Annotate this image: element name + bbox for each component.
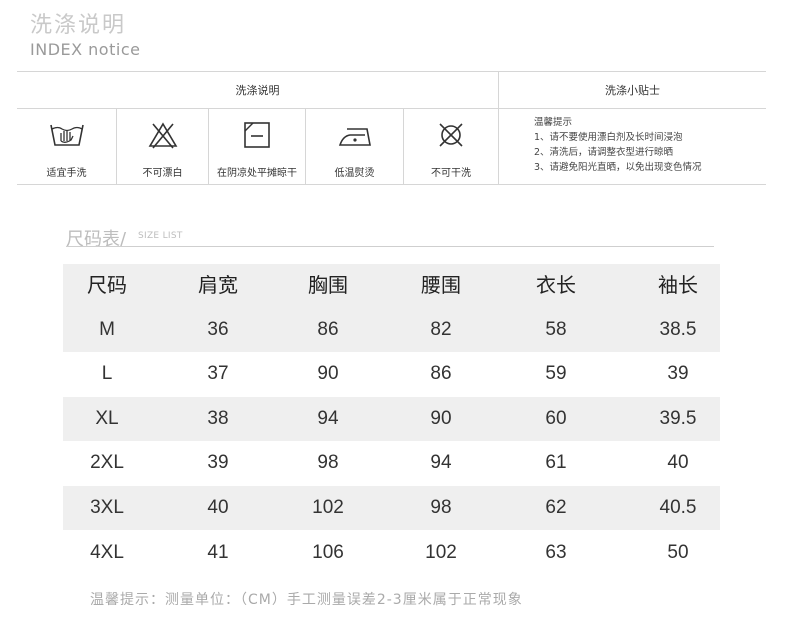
care-item-low-iron: 低温熨烫: [306, 109, 403, 184]
table-cell: 61: [545, 452, 567, 473]
table-cell: 4XL: [90, 542, 124, 563]
column-header: 尺码: [87, 275, 127, 297]
table-cell: L: [101, 363, 113, 384]
low-iron-icon: [337, 121, 373, 153]
table-cell: 37: [207, 363, 229, 384]
table-cell: 3XL: [90, 497, 124, 518]
tips-line: 2、清洗后，请调整衣型进行晾晒: [534, 147, 674, 158]
measurement-note: 温馨提示：测量单位：（CM）手工测量误差2-3厘米属于正常现象: [90, 592, 523, 608]
table-row: 2XL 39 98 94 61 40: [63, 441, 720, 485]
care-table-bottom-border: [17, 184, 766, 185]
table-cell: 40: [667, 452, 689, 473]
table-cell: 98: [430, 497, 452, 518]
column-header: 袖长: [658, 275, 698, 297]
tips-line: 1、请不要使用漂白剂及长时间浸泡: [534, 132, 683, 143]
no-dry-clean-icon: [437, 121, 465, 153]
care-table-top-border: [17, 71, 766, 72]
size-table-title: 尺码表/: [66, 229, 127, 250]
table-cell: 90: [317, 363, 339, 384]
table-cell: 62: [545, 497, 567, 518]
table-cell: 102: [425, 542, 457, 563]
table-cell: 38: [207, 408, 229, 429]
table-cell: 59: [545, 363, 567, 384]
care-item-no-dry-clean: 不可干洗: [404, 109, 498, 184]
size-table-header: 尺码 肩宽 胸围 腰围 衣长 袖长: [63, 264, 720, 308]
table-cell: 39: [207, 452, 229, 473]
table-cell: 63: [545, 542, 567, 563]
table-row: 4XL 41 106 102 63 50: [63, 531, 720, 575]
table-cell: 82: [430, 319, 452, 340]
care-item-shade-dry: 在阴凉处平摊晾干: [209, 109, 305, 184]
table-cell: 86: [317, 319, 339, 340]
table-cell: 94: [430, 452, 452, 473]
table-cell: 58: [545, 319, 567, 340]
table-cell: 94: [317, 408, 339, 429]
care-item-hand-wash: 适宜手洗: [17, 109, 116, 184]
column-header: 胸围: [308, 275, 348, 297]
page-subtitle: INDEX notice: [30, 40, 141, 59]
table-cell: 36: [207, 319, 229, 340]
care-item-label: 在阴凉处平摊晾干: [217, 168, 297, 179]
table-cell: 40.5: [659, 497, 697, 518]
table-cell: 40: [207, 497, 229, 518]
care-tips: 温馨提示 1、请不要使用漂白剂及长时间浸泡 2、清洗后，请调整衣型进行晾晒 3、…: [534, 115, 702, 175]
table-cell: 98: [317, 452, 339, 473]
page-title: 洗涤说明: [30, 13, 127, 38]
table-cell: 90: [430, 408, 452, 429]
care-item-label: 适宜手洗: [46, 168, 87, 179]
care-item-label: 不可干洗: [431, 168, 471, 179]
table-cell: 39: [667, 363, 689, 384]
size-table-subtitle: SIZE LIST: [138, 231, 183, 241]
table-cell: 41: [207, 542, 229, 563]
column-header: 肩宽: [198, 275, 238, 297]
tips-title: 温馨提示: [534, 117, 573, 128]
size-title-rule: [66, 246, 714, 247]
table-cell: 102: [312, 497, 344, 518]
table-cell: M: [99, 319, 115, 340]
care-tips-header: 洗涤小贴士: [605, 84, 660, 97]
column-header: 衣长: [536, 275, 576, 297]
tips-line: 3、请避免阳光直晒，以免出现变色情况: [534, 162, 702, 173]
shade-dry-flat-icon: [243, 121, 271, 153]
no-bleach-icon: [148, 121, 178, 153]
table-cell: 38.5: [659, 319, 697, 340]
table-cell: 39.5: [659, 408, 697, 429]
table-cell: 50: [667, 542, 689, 563]
table-cell: 106: [312, 542, 344, 563]
table-row: XL 38 94 90 60 39.5: [63, 397, 720, 441]
care-item-label: 不可漂白: [142, 168, 183, 179]
table-cell: 60: [545, 408, 567, 429]
table-row: 3XL 40 102 98 62 40.5: [63, 486, 720, 530]
table-cell: 2XL: [90, 452, 124, 473]
hand-wash-icon: [49, 121, 85, 153]
care-instructions-header: 洗涤说明: [235, 84, 280, 97]
column-header: 腰围: [421, 275, 461, 297]
care-item-label: 低温熨烫: [334, 168, 375, 179]
table-cell: XL: [95, 408, 119, 429]
care-item-no-bleach: 不可漂白: [117, 109, 208, 184]
table-row: L 37 90 86 59 39: [63, 352, 720, 396]
table-cell: 86: [430, 363, 452, 384]
table-row: M 36 86 82 58 38.5: [63, 308, 720, 352]
